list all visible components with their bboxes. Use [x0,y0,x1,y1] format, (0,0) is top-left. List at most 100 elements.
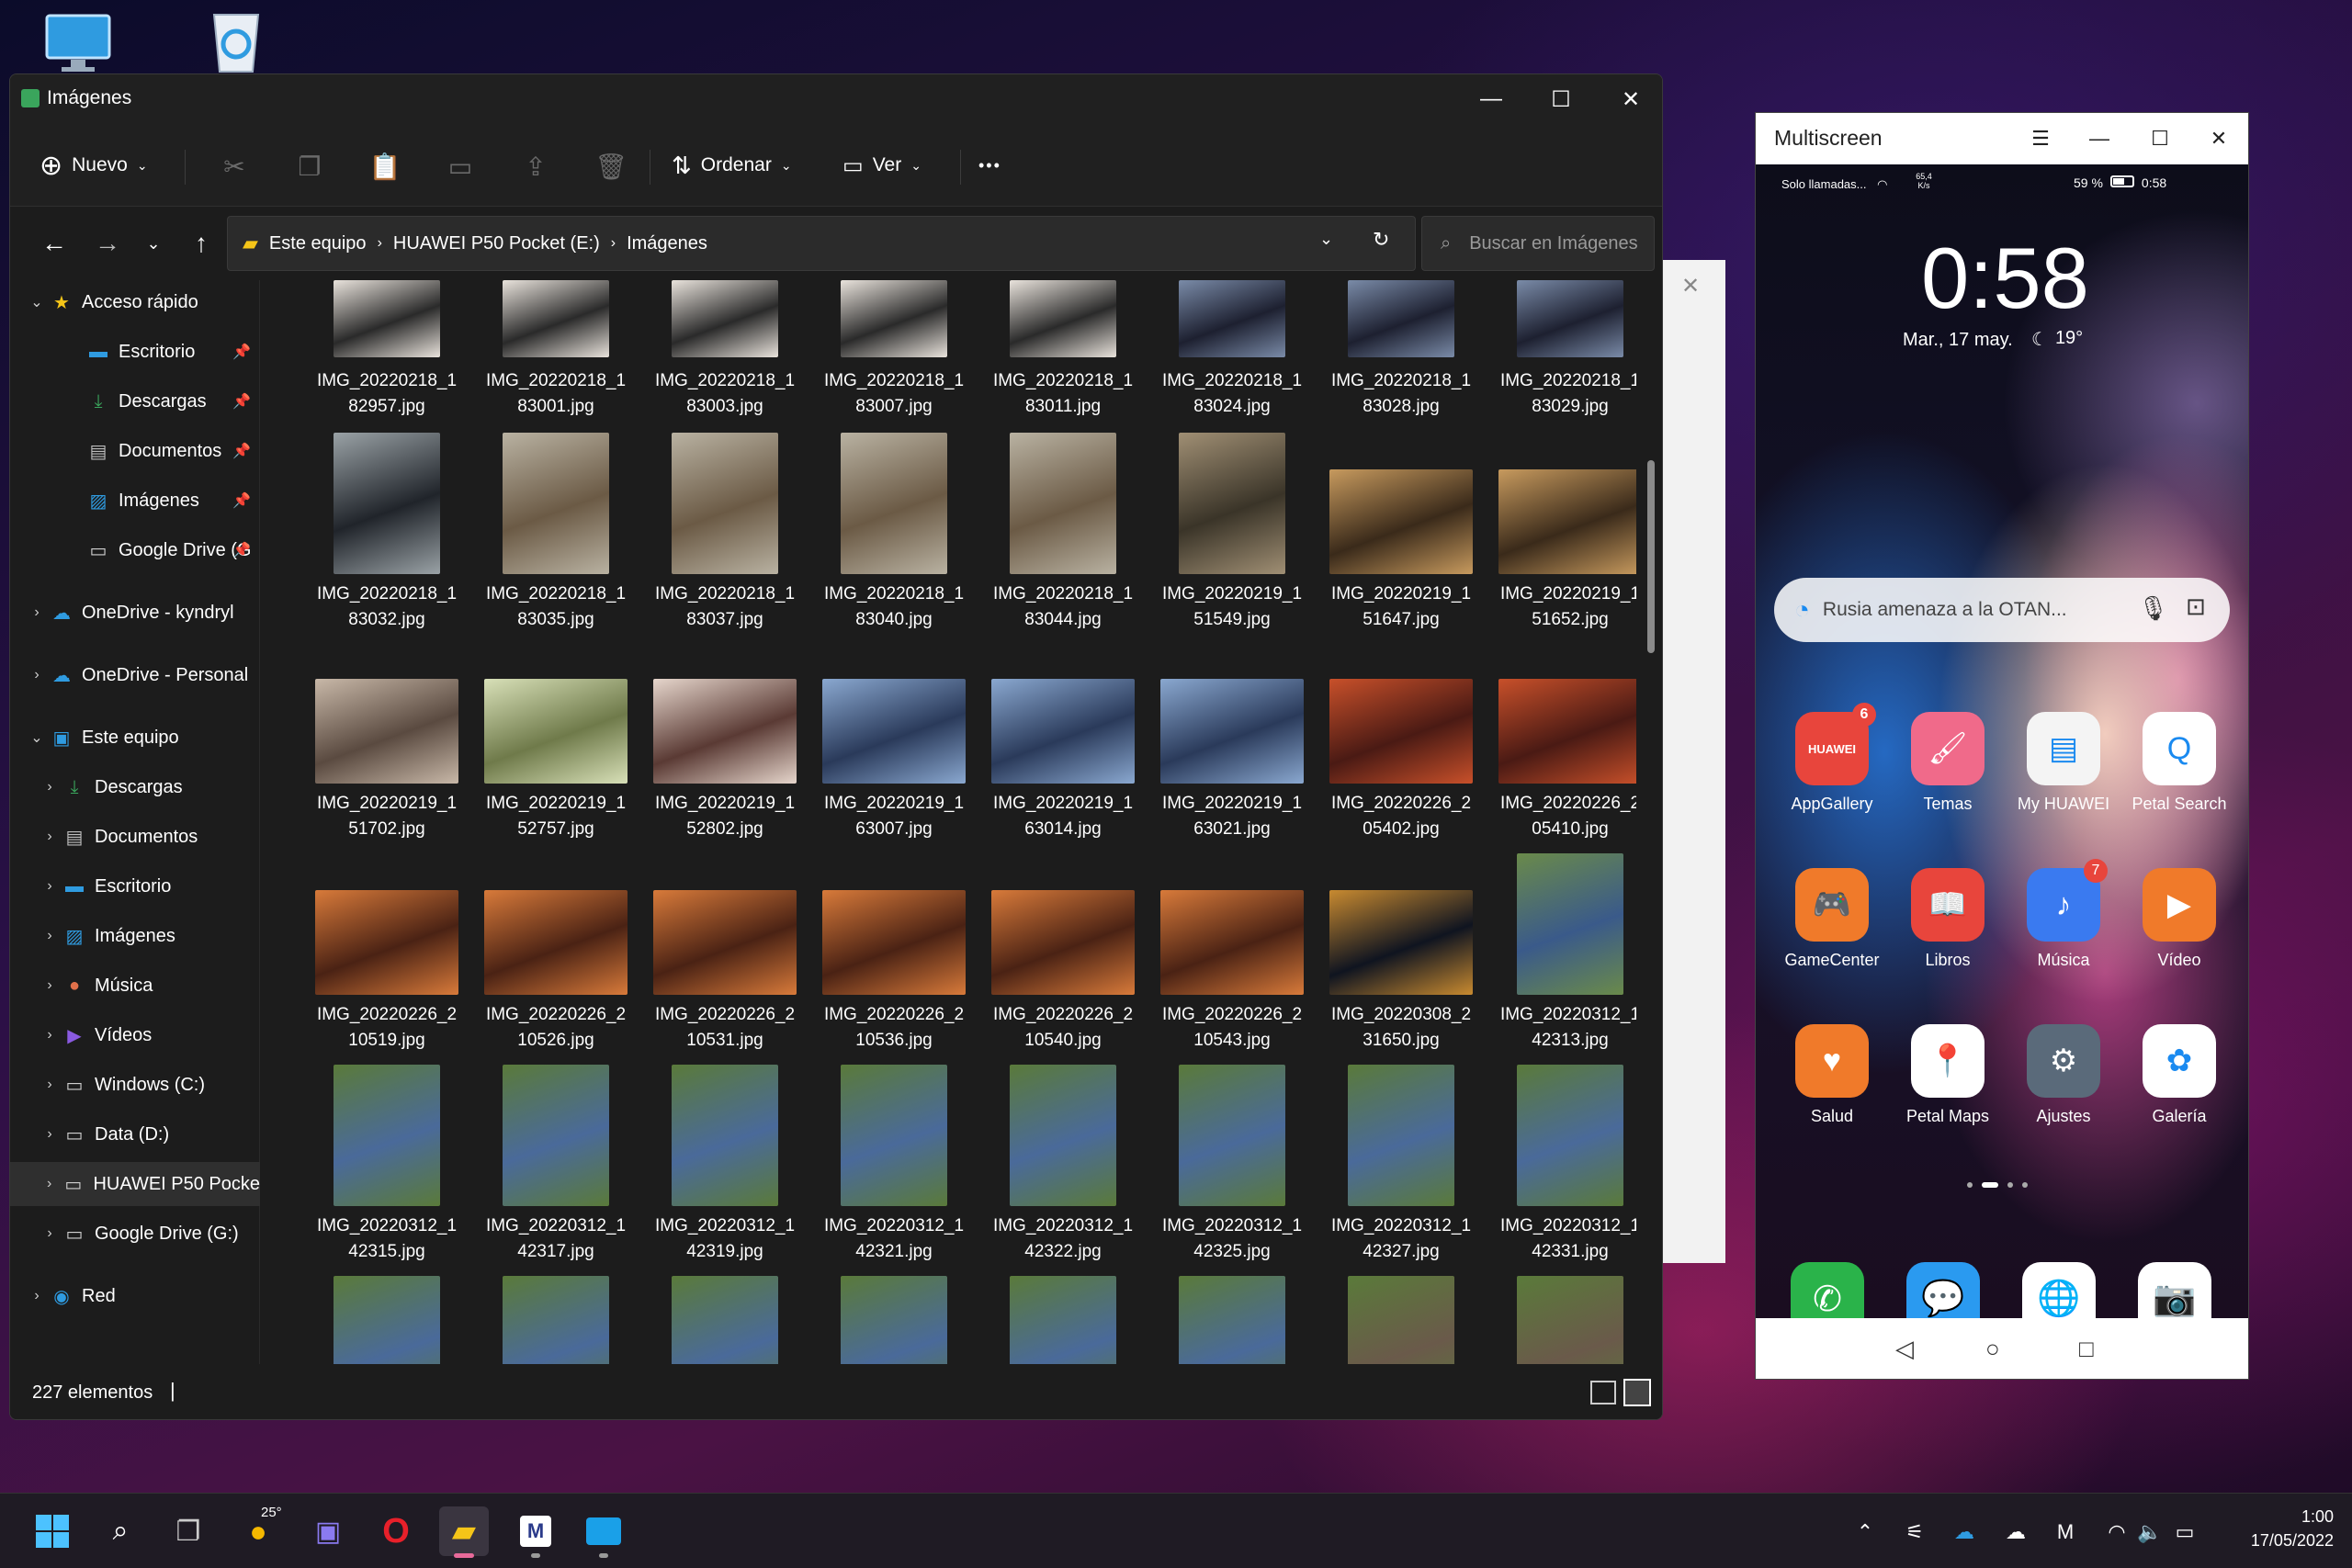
sidebar-item[interactable]: ⌄ ★ Acceso rápido [10,280,260,324]
app-video[interactable]: ▶ Vídeo [2129,868,2230,970]
file-thumbnail[interactable]: IMG_20220312_1 42315.jpg [313,1065,460,1261]
file-thumbnail[interactable] [1159,1276,1306,1364]
phone-icon[interactable]: ✆ [1791,1262,1864,1318]
clock-area[interactable]: 1:00 17/05/2022 [2223,1505,2334,1552]
chevron-icon[interactable]: › [38,829,62,845]
breadcrumb-item[interactable]: Imágenes [627,233,707,254]
app-gamecenter[interactable]: 🎮 GameCenter [1781,868,1883,970]
chevron-icon[interactable]: › [38,1027,62,1043]
file-thumbnail[interactable]: IMG_20220219_1 63014.jpg [989,642,1136,839]
scrollbar[interactable] [1645,350,1655,1360]
up-arrow-icon[interactable]: ↑ [181,223,221,264]
app-petal-maps[interactable]: 📍 Petal Maps [1897,1024,1998,1126]
maximize-button[interactable]: ☐ [1528,80,1594,118]
menu-icon[interactable]: ☰ [2015,120,2066,157]
paste-icon[interactable]: 📋 [368,150,401,183]
file-thumbnail[interactable] [1497,1276,1636,1364]
file-thumbnail[interactable]: IMG_20220219_1 51652.jpg [1497,433,1636,629]
chevron-icon[interactable]: › [38,1225,62,1242]
view-button[interactable]: ▭ Ver ⌄ [842,142,922,188]
sidebar-item[interactable]: › ▨ Imágenes [10,914,260,958]
manager-app-icon[interactable]: M [511,1506,560,1558]
desktop-computer-icon[interactable] [37,7,119,81]
maximize-button[interactable]: ☐ [2134,120,2186,157]
chevron-icon[interactable]: ⌄ [25,293,49,311]
file-thumbnail[interactable]: IMG_20220219_1 52757.jpg [482,642,629,839]
file-thumbnail[interactable]: IMG_20220226_2 10536.jpg [820,853,967,1050]
sidebar-item[interactable]: › ● Música [10,964,260,1008]
teams-chat-icon[interactable]: ▣ [303,1506,353,1556]
minimize-button[interactable]: — [2074,120,2125,157]
search-input[interactable]: ⌕ Buscar en Imágenes [1421,216,1655,271]
sidebar-item[interactable]: › ▶ Vídeos [10,1013,260,1057]
chevron-icon[interactable]: › [25,667,49,683]
chevron-icon[interactable]: › [38,977,62,994]
file-thumbnail[interactable] [313,1276,460,1364]
app-gallery[interactable]: ✿ Galería [2129,1024,2230,1126]
breadcrumb-item[interactable]: Este equipo [269,233,367,254]
messages-icon[interactable]: 💬 [1906,1262,1980,1318]
scan-icon[interactable]: ⊡ [2186,592,2206,621]
recycle-bin-icon[interactable] [195,4,277,77]
weather-widget-icon[interactable]: ● 25° [233,1505,283,1556]
close-button[interactable]: ✕ [2193,120,2245,157]
file-thumbnail[interactable]: IMG_20220219_1 52802.jpg [651,642,798,839]
file-thumbnail[interactable]: IMG_20220218_1 83032.jpg [313,433,460,629]
battery-icon[interactable]: ▭ [2168,1516,2201,1549]
sidebar-item[interactable]: › ▭ Windows (C:) [10,1063,260,1107]
file-thumbnail[interactable]: IMG_20220226_2 05402.jpg [1328,642,1475,839]
delete-icon[interactable]: 🗑 [594,150,628,183]
breadcrumb-item[interactable]: HUAWEI P50 Pocket (E:) [393,233,600,254]
back-arrow-icon[interactable]: ← [34,223,74,264]
chevron-icon[interactable]: › [38,878,62,895]
file-thumbnail[interactable]: IMG_20220218_1 83035.jpg [482,433,629,629]
browser-icon[interactable]: 🌐 [2022,1262,2096,1318]
phone-search-bar[interactable]: ◔ Rusia amenaza a la OTAN... 🎙 ⊡ [1774,578,2230,642]
app-themes[interactable]: 🖌 Temas [1897,712,1998,814]
file-thumbnail[interactable]: IMG_20220226_2 10531.jpg [651,853,798,1050]
camera-icon[interactable]: 📷 [2138,1262,2211,1318]
file-thumbnail[interactable]: IMG_20220226_2 10543.jpg [1159,853,1306,1050]
new-button[interactable]: ⊕ Nuevo ⌄ [40,142,148,188]
rename-icon[interactable]: ▭ [444,150,477,183]
file-thumbnail[interactable]: IMG_20220312_1 42313.jpg [1497,853,1636,1050]
sidebar-item[interactable]: ⌄ ▣ Este equipo [10,716,260,760]
onedrive-icon[interactable]: ☁ [1999,1516,2032,1549]
file-thumbnail[interactable]: IMG_20220312_1 42321.jpg [820,1065,967,1261]
task-view-icon[interactable]: ❐ [164,1506,213,1556]
file-thumbnail[interactable] [482,1276,629,1364]
chevron-icon[interactable]: ⌄ [25,728,49,747]
chevron-icon[interactable]: › [38,1176,61,1192]
scrollbar-thumb[interactable] [1647,460,1655,653]
sort-button[interactable]: ⇅ Ordenar ⌄ [672,142,792,188]
app-petal-search[interactable]: Q Petal Search [2129,712,2230,814]
file-thumbnail[interactable] [1328,1276,1475,1364]
multiscreen-taskbar-icon[interactable] [579,1506,628,1558]
chevron-icon[interactable]: › [38,928,62,944]
chevron-icon[interactable]: › [38,1126,62,1143]
app-books[interactable]: 📖 Libros [1897,868,1998,970]
sidebar-item[interactable]: ▨ Imágenes 📌 [10,479,260,523]
cut-icon[interactable]: ✂ [218,150,251,183]
copy-icon[interactable]: ❐ [293,150,326,183]
app-my-huawei[interactable]: ▤ My HUAWEI [2013,712,2114,814]
file-thumbnail[interactable]: IMG_20220312_1 42327.jpg [1328,1065,1475,1261]
file-thumbnail[interactable]: IMG_20220226_2 10526.jpg [482,853,629,1050]
file-explorer-taskbar-icon[interactable]: ▰ [439,1506,489,1558]
chevron-icon[interactable]: › [38,1077,62,1093]
home-nav-icon[interactable]: ○ [1985,1335,2000,1363]
more-options-button[interactable]: ••• [978,142,1001,188]
show-hidden-icons-icon[interactable]: ⌃ [1849,1516,1882,1549]
app-health[interactable]: ♥ Salud [1781,1024,1883,1126]
details-view-icon[interactable] [1590,1381,1616,1404]
app-music[interactable]: ♪ 7 Música [2013,859,2114,970]
file-thumbnail[interactable]: IMG_20220219_1 63007.jpg [820,642,967,839]
file-thumbnail[interactable]: IMG_20220219_1 51702.jpg [313,642,460,839]
sidebar-item[interactable]: › ▭ Data (D:) [10,1112,260,1156]
file-thumbnail[interactable]: IMG_20220226_2 10540.jpg [989,853,1136,1050]
volume-icon[interactable]: 🔈 [2133,1516,2166,1549]
file-thumbnail[interactable] [989,1276,1136,1364]
sidebar-item[interactable]: › ▭ Google Drive (G:) [10,1212,260,1256]
sidebar-item[interactable]: › ▤ Documentos [10,815,260,859]
file-thumbnail[interactable]: IMG_20220226_2 10519.jpg [313,853,460,1050]
